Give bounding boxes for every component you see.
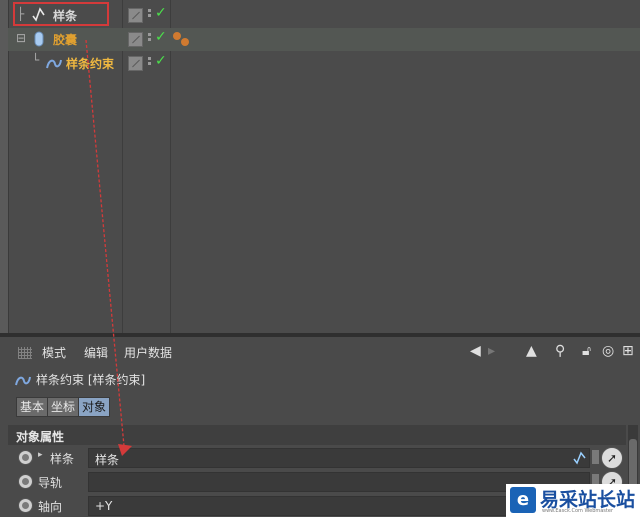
annotation-arrow bbox=[85, 39, 132, 456]
watermark-logo: e bbox=[510, 487, 536, 513]
watermark: e 易采站长站 www.Easck.Com Webmaster bbox=[506, 484, 640, 517]
watermark-subtext: www.Easck.Com Webmaster bbox=[542, 508, 614, 514]
